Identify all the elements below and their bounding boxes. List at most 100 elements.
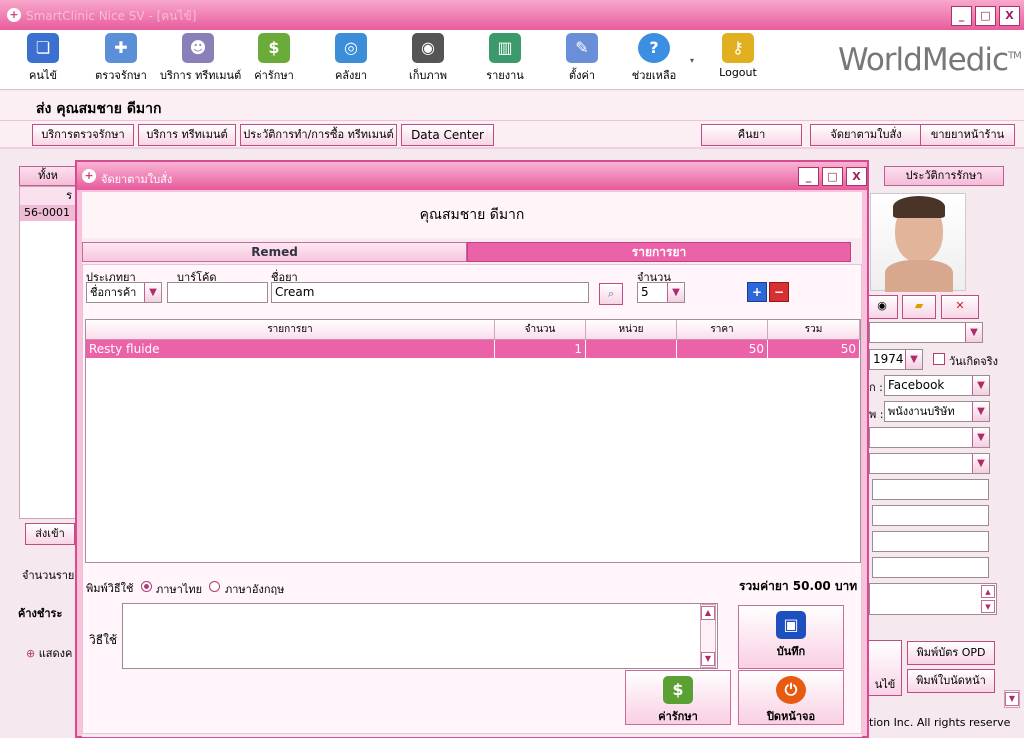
- chevron-down-icon[interactable]: ▼: [972, 402, 989, 421]
- scroll-up-icon[interactable]: ▲: [701, 606, 715, 620]
- toolbar-report[interactable]: ▥ รายงาน: [467, 33, 543, 89]
- chevron-down-icon[interactable]: ▼: [667, 283, 684, 302]
- app-plus-icon: +: [7, 8, 21, 22]
- window-title: SmartClinic Nice SV - [คนไข้]: [26, 9, 197, 23]
- drug-type-select[interactable]: ชื่อการค้า ▼: [86, 282, 162, 303]
- copyright-text: tion Inc. All rights reserve: [869, 716, 1011, 729]
- search-icon[interactable]: ⌕: [599, 283, 623, 305]
- right-combo-2[interactable]: ▼: [869, 427, 990, 448]
- toolbar-photos[interactable]: ◉ เก็บภาพ: [390, 33, 466, 89]
- doctor-icon: ✚: [105, 33, 137, 63]
- quantity-select[interactable]: 5 ▼: [637, 282, 685, 303]
- drug-items-table: รายการยา จำนวน หน่วย ราคา รวม Resty flui…: [85, 319, 861, 563]
- right-field-4[interactable]: [872, 557, 989, 578]
- scroll-up-icon[interactable]: ▲: [981, 585, 995, 598]
- help-icon: ?: [638, 33, 670, 63]
- right-field-2[interactable]: [872, 505, 989, 526]
- patient-icon: ❏: [27, 33, 59, 63]
- treatment-history-button[interactable]: ประวัติการทำ/การซื้อ ทรีทเมนต์: [240, 124, 397, 146]
- action-button-row: บริการตรวจรักษา บริการ ทรีทเมนต์ ประวัติ…: [0, 121, 1024, 149]
- birth-year-field[interactable]: 1974 ▼: [869, 349, 923, 370]
- help-dropdown-arrow-icon[interactable]: ▾: [690, 56, 694, 65]
- dialog-maximize-button[interactable]: □: [822, 167, 843, 186]
- real-birthday-checkbox[interactable]: [933, 353, 945, 365]
- print-opd-card-button[interactable]: พิมพ์บัตร OPD: [907, 641, 995, 665]
- queue-row[interactable]: 56-0001: [20, 205, 76, 221]
- main-scrollbar[interactable]: ▼: [1004, 690, 1020, 708]
- tab-treatment-history[interactable]: ประวัติการรักษา: [884, 166, 1004, 186]
- right-combo-3[interactable]: ▼: [869, 453, 990, 474]
- exam-service-button[interactable]: บริการตรวจรักษา: [32, 124, 134, 146]
- send-in-button[interactable]: ส่งเข้า: [25, 523, 75, 545]
- floppy-disk-icon: ▣: [776, 611, 806, 639]
- store-sale-button[interactable]: ขายยาหน้าร้าน: [920, 124, 1015, 146]
- toolbar-settings[interactable]: ✎ ตั้งค่า: [544, 33, 620, 89]
- dialog-close-button[interactable]: X: [846, 167, 867, 186]
- usage-label: วิธีใช้: [89, 633, 118, 647]
- patient-queue-list: ร 56-0001: [19, 186, 77, 519]
- column-header-quantity: จำนวน: [495, 320, 586, 340]
- chevron-down-icon[interactable]: ▼: [965, 323, 982, 342]
- scroll-down-icon[interactable]: ▼: [701, 652, 715, 666]
- worldmedic-logo: WorldMedicTM: [838, 42, 1022, 78]
- patient-photo: [870, 193, 966, 292]
- thai-label: ภาษาไทย: [156, 583, 203, 596]
- toolbar-patient[interactable]: ❏ คนไข้: [5, 33, 81, 89]
- add-item-icon[interactable]: +: [747, 282, 767, 302]
- toolbar-pharmacy[interactable]: ◎ คลังยา: [313, 33, 389, 89]
- close-screen-button[interactable]: ⏻ ปิดหน้าจอ: [738, 670, 844, 725]
- chevron-down-icon[interactable]: ▼: [972, 428, 989, 447]
- fee-button[interactable]: $ ค่ารักษา: [625, 670, 731, 725]
- money-icon: $: [663, 676, 693, 704]
- show-label: ⊕ แสดงค: [26, 647, 73, 660]
- drug-name-input[interactable]: Cream: [271, 282, 589, 303]
- close-button[interactable]: X: [999, 6, 1020, 26]
- minimize-button[interactable]: _: [951, 6, 972, 26]
- dialog-minimize-button[interactable]: _: [798, 167, 819, 186]
- patient-button[interactable]: นไข้: [868, 640, 902, 696]
- toolbar-help[interactable]: ? ช่วยเหลือ: [616, 33, 692, 89]
- cell-quantity: 1: [495, 340, 586, 358]
- print-usage-label: พิมพ์วิธีใช้: [86, 582, 134, 595]
- dispense-prescription-button[interactable]: จัดยาตามใบสั่ง: [810, 124, 922, 146]
- usage-scrollbar[interactable]: ▲ ▼: [700, 604, 716, 668]
- tab-all[interactable]: ทั้งห: [19, 166, 77, 186]
- right-field-1[interactable]: [872, 479, 989, 500]
- remove-item-icon[interactable]: −: [769, 282, 789, 302]
- source-select[interactable]: Facebook ▼: [884, 375, 990, 396]
- radio-thai[interactable]: [141, 581, 152, 592]
- scroll-down-icon[interactable]: ▼: [981, 600, 995, 613]
- chevron-down-icon[interactable]: ▼: [972, 454, 989, 473]
- print-appointment-button[interactable]: พิมพ์ใบนัดหน้า: [907, 669, 995, 693]
- column-header-drug: รายการยา: [86, 320, 495, 340]
- tab-remed[interactable]: Remed: [82, 242, 467, 262]
- right-field-3[interactable]: [872, 531, 989, 552]
- dialog-body: คุณสมชาย ดีมาก Remed รายการยา ประเภทยา บ…: [82, 192, 862, 737]
- treatment-service-button[interactable]: บริการ ทรีทเมนต์: [138, 124, 236, 146]
- restore-button[interactable]: □: [975, 6, 996, 26]
- chevron-down-icon[interactable]: ▼: [972, 376, 989, 395]
- return-drug-button[interactable]: คืนยา: [701, 124, 802, 146]
- chevron-down-icon[interactable]: ▼: [905, 350, 922, 369]
- delete-icon[interactable]: ✕: [941, 295, 979, 319]
- toolbar-treatment[interactable]: ☻ บริการ ทรีทเมนต์: [160, 33, 241, 89]
- right-combo-1[interactable]: ▼: [869, 322, 983, 343]
- main-title-bar: + SmartClinic Nice SV - [คนไข้] _ □ X: [0, 0, 1024, 30]
- barcode-input[interactable]: [167, 282, 268, 303]
- data-center-button[interactable]: Data Center: [401, 124, 494, 146]
- toolbar-fee[interactable]: $ ค่ารักษา: [236, 33, 312, 89]
- radio-english[interactable]: [209, 581, 220, 592]
- folder-icon[interactable]: ▰: [902, 295, 936, 319]
- camera-icon[interactable]: ◉: [866, 295, 898, 319]
- dialog-title-bar: + จัดยาตามใบสั่ง _ □ X: [77, 162, 867, 190]
- occupation-select[interactable]: พนังงานบริษัท ▼: [884, 401, 990, 422]
- tab-drug-list[interactable]: รายการยา: [467, 242, 851, 262]
- toolbar-logout[interactable]: ⚷ Logout: [700, 33, 776, 89]
- page-header: ส่ง คุณสมชาย ดีมาก: [0, 91, 1024, 121]
- right-textarea[interactable]: ▲ ▼: [869, 583, 997, 615]
- toolbar-examine[interactable]: ✚ ตรวจรักษา: [83, 33, 159, 89]
- scroll-down-icon[interactable]: ▼: [1005, 692, 1019, 706]
- chevron-down-icon[interactable]: ▼: [144, 283, 161, 302]
- save-button[interactable]: ▣ บันทึก: [738, 605, 844, 669]
- usage-textarea[interactable]: [122, 603, 718, 669]
